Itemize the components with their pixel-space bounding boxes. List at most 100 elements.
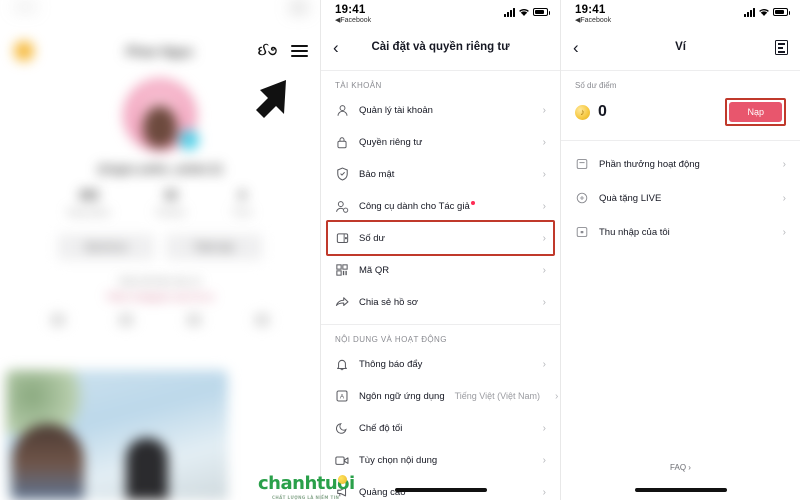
language-icon: A: [335, 389, 349, 403]
wallet-nav-bar: ‹ Ví: [561, 30, 800, 64]
settings-row-label: Quản lý tài khoản: [359, 104, 433, 116]
thumbnail-person-1: [12, 424, 84, 500]
settings-row-balance[interactable]: Số dư ›: [321, 222, 560, 254]
settings-row-security[interactable]: Bảo mật ›: [321, 158, 560, 190]
svg-text:A: A: [340, 394, 345, 401]
stat-likes[interactable]: 4 Thích: [232, 188, 252, 220]
stat-followers-label: Follower: [155, 208, 187, 217]
person-icon: [335, 103, 349, 117]
wallet-row-rewards[interactable]: Phần thưởng hoạt động ›: [561, 147, 800, 181]
tab-favorites-icon[interactable]: [187, 314, 201, 326]
settings-row-label: Mã QR: [359, 264, 390, 276]
settings-row-share-profile[interactable]: Chia sẻ hồ sơ ›: [321, 286, 560, 318]
back-button[interactable]: ‹: [333, 39, 339, 56]
settings-row-label: Bảo mật: [359, 168, 395, 180]
hamburger-menu-icon[interactable]: [291, 41, 308, 60]
profile-instagram-link[interactable]: Thêm Instagram vào hồ sơ: [0, 292, 320, 302]
edit-profile-button[interactable]: Sửa hồ sơ: [58, 234, 154, 260]
bell-icon: [335, 357, 349, 371]
faq-link[interactable]: FAQ ›: [561, 463, 800, 472]
transaction-history-icon[interactable]: [775, 39, 788, 55]
settings-row-privacy[interactable]: Quyền riêng tư ›: [321, 126, 560, 158]
back-button[interactable]: ‹: [573, 39, 579, 56]
gift-icon: [575, 191, 589, 205]
status-back-app[interactable]: ◀Facebook: [575, 17, 611, 24]
battery-icon: [533, 8, 550, 16]
stat-followers-value: 32: [164, 188, 178, 202]
recharge-button-wrap: Nạp: [725, 98, 786, 126]
settings-row-account-manage[interactable]: Quản lý tài khoản ›: [321, 94, 560, 126]
bg-icon[interactable]: ઈ૭: [258, 43, 277, 59]
wifi-icon: [519, 9, 529, 16]
balance-amount: 0: [598, 103, 607, 120]
wallet-icon: [335, 231, 349, 245]
thumbnail-person-2: [126, 438, 168, 500]
settings-row-content-preferences[interactable]: Tùy chọn nội dung ›: [321, 444, 560, 476]
wallet-row-live-gifts[interactable]: Quà tặng LIVE ›: [561, 181, 800, 215]
recharge-button[interactable]: Nạp: [729, 102, 782, 122]
lock-icon: [335, 135, 349, 149]
stat-followers[interactable]: 32 Follower: [156, 188, 186, 220]
settings-row-app-language[interactable]: A Ngôn ngữ ứng dụng Tiếng Việt (Việt Nam…: [321, 380, 560, 412]
chevron-right-icon: ›: [782, 158, 786, 170]
battery-icon: [773, 8, 790, 16]
chevron-right-icon: ›: [782, 226, 786, 238]
tab-liked-icon[interactable]: [255, 314, 269, 326]
watermark-chanhtuoi: chanhtuoi CHẤT LƯỢNG LÀ NIỀM TIN: [258, 473, 355, 500]
shield-icon: [335, 167, 349, 181]
stat-likes-value: 4: [238, 188, 246, 202]
three-phone-screenshots: 19:41 ▮▮▮ Phan Ngọc ઈ૭ @ngoc.anhs_acbet.…: [0, 0, 800, 500]
profile-bio[interactable]: Nhấn để thêm tiểu sử: [0, 276, 320, 286]
settings-row-creator-tools[interactable]: Công cụ dành cho Tác giả ›: [321, 190, 560, 222]
chevron-right-icon: ›: [542, 264, 546, 276]
status-time: 19:41: [575, 4, 606, 16]
video-icon: [335, 453, 349, 467]
watermark-text: chanhtuoi CHẤT LƯỢNG LÀ NIỀM TIN: [258, 473, 355, 500]
tab-reposts-icon[interactable]: [119, 314, 133, 326]
chevron-right-icon: ›: [542, 358, 546, 370]
chevron-right-icon: ›: [542, 296, 546, 308]
profile-header-icons: ઈ૭: [258, 41, 308, 60]
settings-row-label: Thông báo đẩy: [359, 358, 423, 370]
settings-row-dark-mode[interactable]: Chế độ tối ›: [321, 412, 560, 444]
avatar[interactable]: [123, 78, 199, 152]
tab-videos-icon[interactable]: [51, 314, 65, 326]
stat-following[interactable]: 282 Đang follow: [68, 188, 110, 220]
status-back-app[interactable]: ◀Facebook: [335, 17, 371, 24]
wallet-row-label: Thu nhập của tôi: [599, 226, 670, 238]
settings-row-label: Chia sẻ hồ sơ: [359, 296, 419, 308]
profile-status-icons: ▮▮▮: [291, 2, 306, 12]
balance-row: ♪ 0 Nạp: [561, 90, 800, 140]
status-time: 19:41: [335, 4, 366, 16]
wallet-row-my-income[interactable]: Thu nhập của tôi ›: [561, 215, 800, 249]
avatar-badge-icon: [179, 130, 199, 150]
video-thumbnail[interactable]: [6, 370, 228, 500]
settings-row-label: Ngôn ngữ ứng dụng: [359, 390, 445, 402]
wallet-row-label: Phần thưởng hoạt động: [599, 158, 700, 170]
settings-nav-bar: ‹ Cài đặt và quyền riêng tư: [321, 30, 560, 64]
stat-following-label: Đang follow: [67, 208, 110, 217]
profile-handle: @ngoc.anhs_acbet.11: [97, 162, 223, 176]
add-friends-button[interactable]: Thêm bạn: [166, 234, 262, 260]
section-label-account: TÀI KHOẢN: [335, 81, 382, 90]
profile-action-buttons: Sửa hồ sơ Thêm bạn: [0, 234, 320, 260]
balance-label: Số dư điểm: [575, 81, 617, 90]
reward-icon: [575, 157, 589, 171]
right-phone-wallet-screen: 19:41 ◀Facebook ‹ Ví Số dư điểm ♪ 0 Nạp …: [560, 0, 800, 500]
wifi-icon: [759, 9, 769, 16]
page-title: Ví: [675, 41, 686, 53]
person-gear-icon: [335, 199, 349, 213]
share-icon: [335, 295, 349, 309]
settings-row-push-notifications[interactable]: Thông báo đẩy ›: [321, 348, 560, 380]
home-indicator: [634, 488, 727, 492]
settings-row-label: Chế độ tối: [359, 422, 403, 434]
wallet-row-label: Quà tặng LIVE: [599, 192, 662, 204]
status-bar: 19:41 ◀Facebook: [321, 0, 560, 30]
settings-row-label: Tùy chọn nội dung: [359, 454, 438, 466]
chevron-right-icon: ›: [542, 422, 546, 434]
home-indicator: [394, 488, 487, 492]
income-icon: [575, 225, 589, 239]
chevron-right-icon: ›: [542, 168, 546, 180]
settings-row-qr-code[interactable]: Mã QR ›: [321, 254, 560, 286]
profile-top-bar: 19:41 ▮▮▮: [0, 0, 320, 30]
